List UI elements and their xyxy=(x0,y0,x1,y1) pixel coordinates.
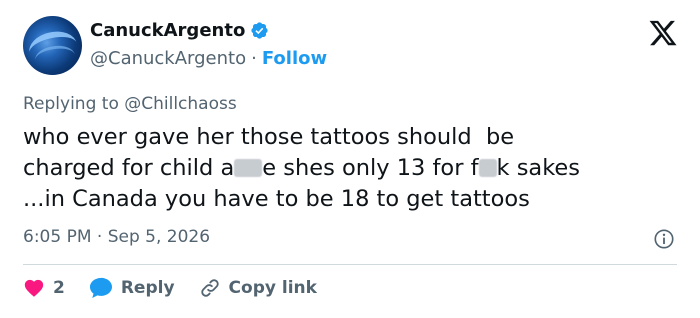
reply-bubble-icon xyxy=(89,277,112,298)
author-handle-row: @CanuckArgento · Follow xyxy=(90,48,327,69)
follow-button[interactable]: Follow xyxy=(262,48,327,69)
link-icon xyxy=(200,279,219,297)
action-bar: 2 Reply Copy link xyxy=(23,277,341,299)
author-name-row: CanuckArgento xyxy=(90,20,269,41)
author-handle[interactable]: @CanuckArgento xyxy=(90,48,246,69)
reply-label: Reply xyxy=(120,278,175,298)
copy-link-button[interactable]: Copy link xyxy=(199,277,317,299)
tweet-text-part-2: e shes only 13 for f xyxy=(262,155,479,181)
tweet-timestamp[interactable]: 6:05 PM · Sep 5, 2026 xyxy=(23,227,210,247)
info-icon[interactable] xyxy=(653,228,675,250)
censor-blur xyxy=(234,159,263,177)
replying-to-label: Replying to @Chillchaoss xyxy=(23,94,237,114)
verified-badge-icon xyxy=(251,22,268,39)
divider xyxy=(23,264,677,265)
author-name[interactable]: CanuckArgento xyxy=(90,20,245,41)
avatar[interactable] xyxy=(23,16,82,75)
separator-dot: · xyxy=(251,48,257,69)
tweet-text: who ever gave her those tattoos should b… xyxy=(23,122,693,215)
heart-icon xyxy=(24,279,44,297)
like-count: 2 xyxy=(53,278,65,298)
reply-button[interactable]: Reply xyxy=(89,277,175,299)
copy-link-label: Copy link xyxy=(228,278,317,298)
censor-blur xyxy=(478,159,497,177)
x-logo-icon[interactable] xyxy=(648,18,678,48)
like-button[interactable]: 2 xyxy=(23,277,65,299)
